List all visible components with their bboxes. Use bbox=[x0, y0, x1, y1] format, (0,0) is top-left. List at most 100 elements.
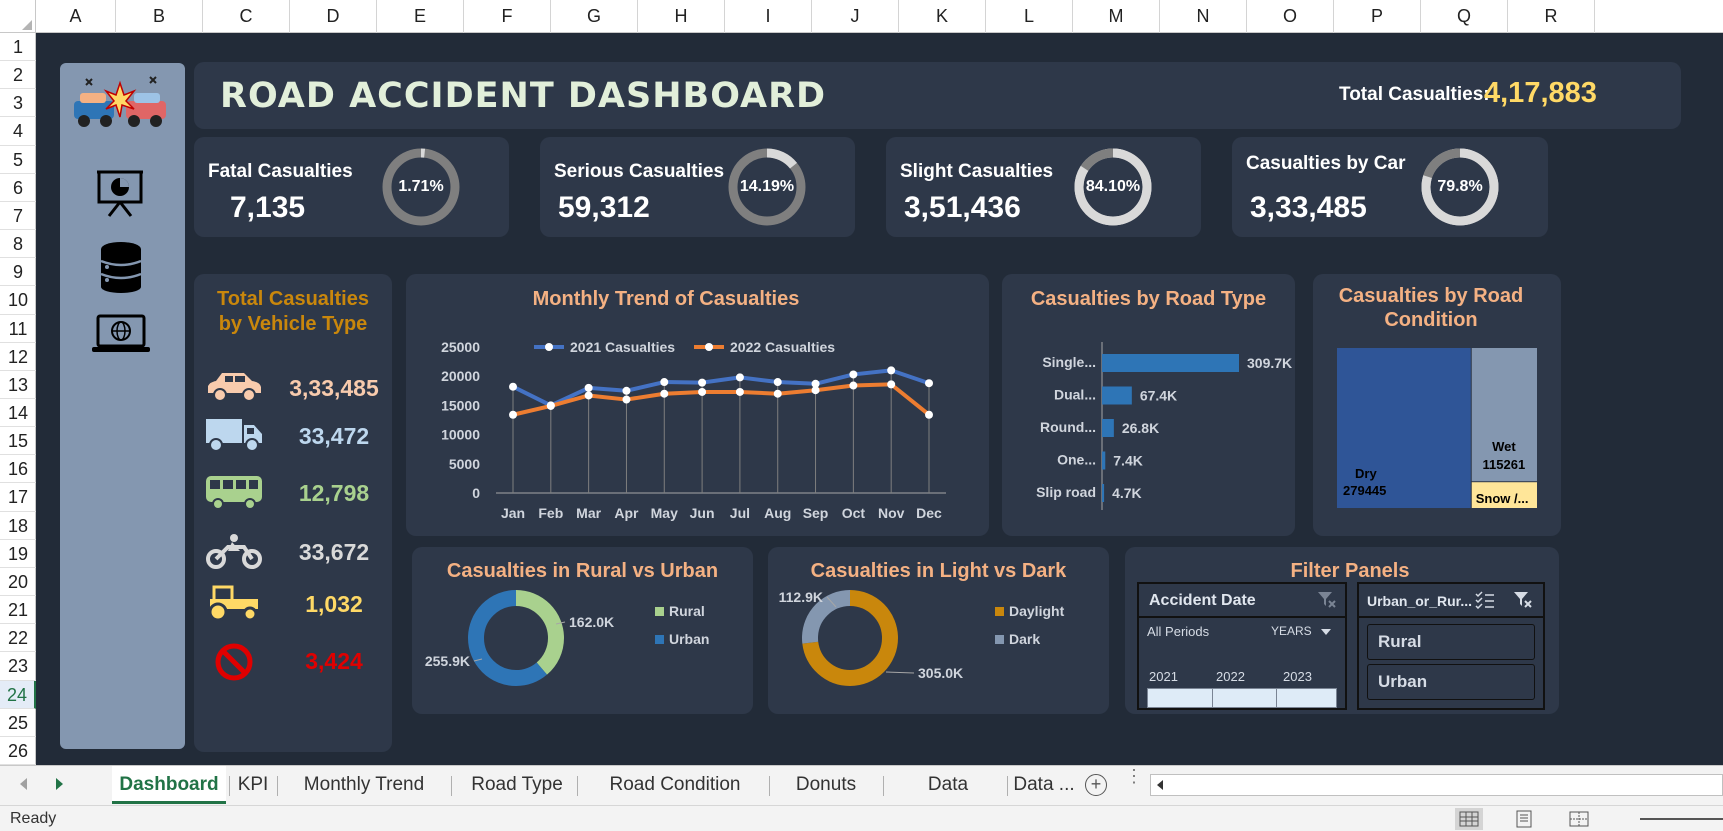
vehicle-row: 3,424 bbox=[194, 642, 392, 692]
row-header-cell[interactable]: 26 bbox=[0, 737, 36, 765]
zoom-slider[interactable] bbox=[1640, 818, 1723, 820]
light-dark-donut: 305.0K Daylight 112.9K Dark bbox=[779, 589, 1065, 686]
vehicle-value: 3,33,485 bbox=[289, 375, 379, 401]
tab-separator bbox=[277, 776, 278, 796]
column-header-cell[interactable]: F bbox=[464, 0, 551, 33]
multi-select-icon[interactable] bbox=[1475, 591, 1495, 614]
row-header-cell[interactable]: 7 bbox=[0, 202, 36, 231]
treemap-label: Wet bbox=[1492, 439, 1516, 454]
row-header-cell[interactable]: 17 bbox=[0, 483, 36, 512]
x-tick-label: Dec bbox=[916, 505, 942, 521]
vehicle-panel-title: Total Casualties by Vehicle Type bbox=[194, 287, 392, 337]
column-header-cell[interactable]: D bbox=[290, 0, 377, 33]
row-header-cell[interactable]: 9 bbox=[0, 258, 36, 287]
laptop-globe-icon[interactable] bbox=[90, 313, 152, 360]
column-header-cell[interactable]: I bbox=[725, 0, 812, 33]
sheet-tab[interactable]: Road Condition bbox=[584, 766, 766, 804]
slice-value-label: 305.0K bbox=[918, 665, 963, 681]
row-header-cell[interactable]: 18 bbox=[0, 512, 36, 540]
years-dropdown[interactable]: YEARS bbox=[1271, 624, 1331, 638]
row-header-cell[interactable]: 12 bbox=[0, 343, 36, 371]
add-sheet-icon[interactable]: + bbox=[1085, 774, 1107, 796]
data-point bbox=[849, 370, 858, 379]
slice-value-label: 255.9K bbox=[425, 653, 470, 669]
row-header-cell[interactable]: 8 bbox=[0, 230, 36, 259]
row-header-cell[interactable]: 6 bbox=[0, 174, 36, 202]
row-header-cell[interactable]: 10 bbox=[0, 286, 36, 315]
urban-rural-slicer[interactable]: Urban_or_Rur... Rural Urban bbox=[1357, 582, 1545, 710]
sheet-tab[interactable]: Data ... bbox=[1012, 766, 1076, 804]
x-tick-label: Mar bbox=[576, 505, 601, 521]
vehicle-row: 33,472 bbox=[194, 417, 392, 467]
row-header-cell[interactable]: 19 bbox=[0, 540, 36, 568]
horizontal-scrollbar[interactable] bbox=[1150, 774, 1723, 796]
legend-label: Urban bbox=[669, 631, 709, 647]
row-header-cell[interactable]: 5 bbox=[0, 146, 36, 174]
sheet-tab[interactable]: Monthly Trend bbox=[280, 766, 448, 804]
clear-filter-icon[interactable] bbox=[1317, 591, 1337, 614]
accident-date-slicer[interactable]: Accident Date All Periods YEARS 2021 202… bbox=[1137, 582, 1347, 710]
timeline-year-2021: 2021 bbox=[1149, 669, 1178, 684]
kpi-percent: 84.10% bbox=[1085, 178, 1141, 195]
column-header-cell[interactable]: Q bbox=[1421, 0, 1508, 33]
column-header-cell[interactable]: P bbox=[1334, 0, 1421, 33]
sheet-tab-bar: Dashboard KPI Monthly Trend Road Type Road C… bbox=[0, 765, 1723, 831]
column-header-cell[interactable]: N bbox=[1160, 0, 1247, 33]
road-condition-panel: Casualties by Road Condition Dry 279445 We… bbox=[1313, 274, 1561, 536]
column-header-cell[interactable]: J bbox=[812, 0, 899, 33]
column-header-cell[interactable]: K bbox=[899, 0, 986, 33]
column-header-cell[interactable]: H bbox=[638, 0, 725, 33]
sheet-tab[interactable]: Dashboard bbox=[112, 766, 226, 804]
column-header-cell[interactable]: M bbox=[1073, 0, 1160, 33]
row-header-cell[interactable]: 22 bbox=[0, 624, 36, 653]
sheet-tab[interactable]: Donuts bbox=[772, 766, 880, 804]
slicer-option-rural[interactable]: Rural bbox=[1367, 624, 1535, 660]
column-header-cell[interactable]: C bbox=[203, 0, 290, 33]
row-header-cell[interactable]: 15 bbox=[0, 427, 36, 456]
vehicle-value: 3,424 bbox=[305, 648, 363, 674]
more-options-icon[interactable]: ⋮ bbox=[1125, 767, 1143, 785]
slicer-option-urban[interactable]: Urban bbox=[1367, 664, 1535, 700]
row-header-cell[interactable]: 14 bbox=[0, 399, 36, 428]
normal-view-icon[interactable] bbox=[1455, 808, 1483, 830]
scroll-left-arrow-icon[interactable] bbox=[1157, 780, 1163, 790]
column-header-cell[interactable]: O bbox=[1247, 0, 1334, 33]
treemap-value: 115261 bbox=[1483, 457, 1526, 472]
row-header-cell[interactable]: 3 bbox=[0, 89, 36, 118]
column-header-cell[interactable]: R bbox=[1508, 0, 1595, 33]
sheet-tab[interactable]: KPI bbox=[232, 766, 274, 804]
row-header-cell[interactable]: 13 bbox=[0, 371, 36, 399]
row-header-cell[interactable]: 1 bbox=[0, 33, 36, 62]
row-header-cell[interactable]: 2 bbox=[0, 61, 36, 90]
column-header-cell[interactable]: E bbox=[377, 0, 464, 33]
page-layout-view-icon[interactable] bbox=[1510, 808, 1538, 830]
kpi-percent: 79.8% bbox=[1437, 178, 1483, 195]
timeline-bar[interactable] bbox=[1147, 688, 1337, 708]
row-header-cell[interactable]: 21 bbox=[0, 596, 36, 625]
select-all-corner[interactable] bbox=[0, 0, 36, 33]
kpi-card-slight: Slight Casualties 3,51,436 84.10% bbox=[886, 137, 1201, 237]
tab-separator bbox=[451, 776, 452, 796]
row-header-cell[interactable]: 23 bbox=[0, 652, 36, 681]
column-header-cell[interactable]: G bbox=[551, 0, 638, 33]
row-header-cell[interactable]: 16 bbox=[0, 455, 36, 484]
data-point bbox=[925, 410, 933, 419]
row-header-cell[interactable]: 24 bbox=[0, 680, 36, 709]
scroll-left-icon[interactable] bbox=[20, 778, 27, 790]
scroll-right-icon[interactable] bbox=[56, 778, 63, 790]
row-header-cell[interactable]: 25 bbox=[0, 709, 36, 737]
clear-filter-icon[interactable] bbox=[1513, 591, 1533, 614]
kpi-ring: 1.71% bbox=[381, 147, 461, 227]
row-header-cell[interactable]: 4 bbox=[0, 117, 36, 146]
database-icon[interactable] bbox=[98, 241, 144, 298]
page-break-view-icon[interactable] bbox=[1565, 808, 1593, 830]
sheet-tab[interactable]: Data Analysis bbox=[892, 766, 1004, 831]
column-header-cell[interactable]: L bbox=[986, 0, 1073, 33]
presentation-chart-icon[interactable] bbox=[95, 168, 145, 223]
sheet-tab[interactable]: Road Type bbox=[460, 766, 574, 804]
column-header-cell[interactable]: B bbox=[116, 0, 203, 33]
row-header-cell[interactable]: 11 bbox=[0, 315, 36, 343]
row-header-cell[interactable]: 20 bbox=[0, 568, 36, 597]
car-crash-icon[interactable] bbox=[70, 73, 170, 143]
column-header-cell[interactable]: A bbox=[36, 0, 116, 33]
